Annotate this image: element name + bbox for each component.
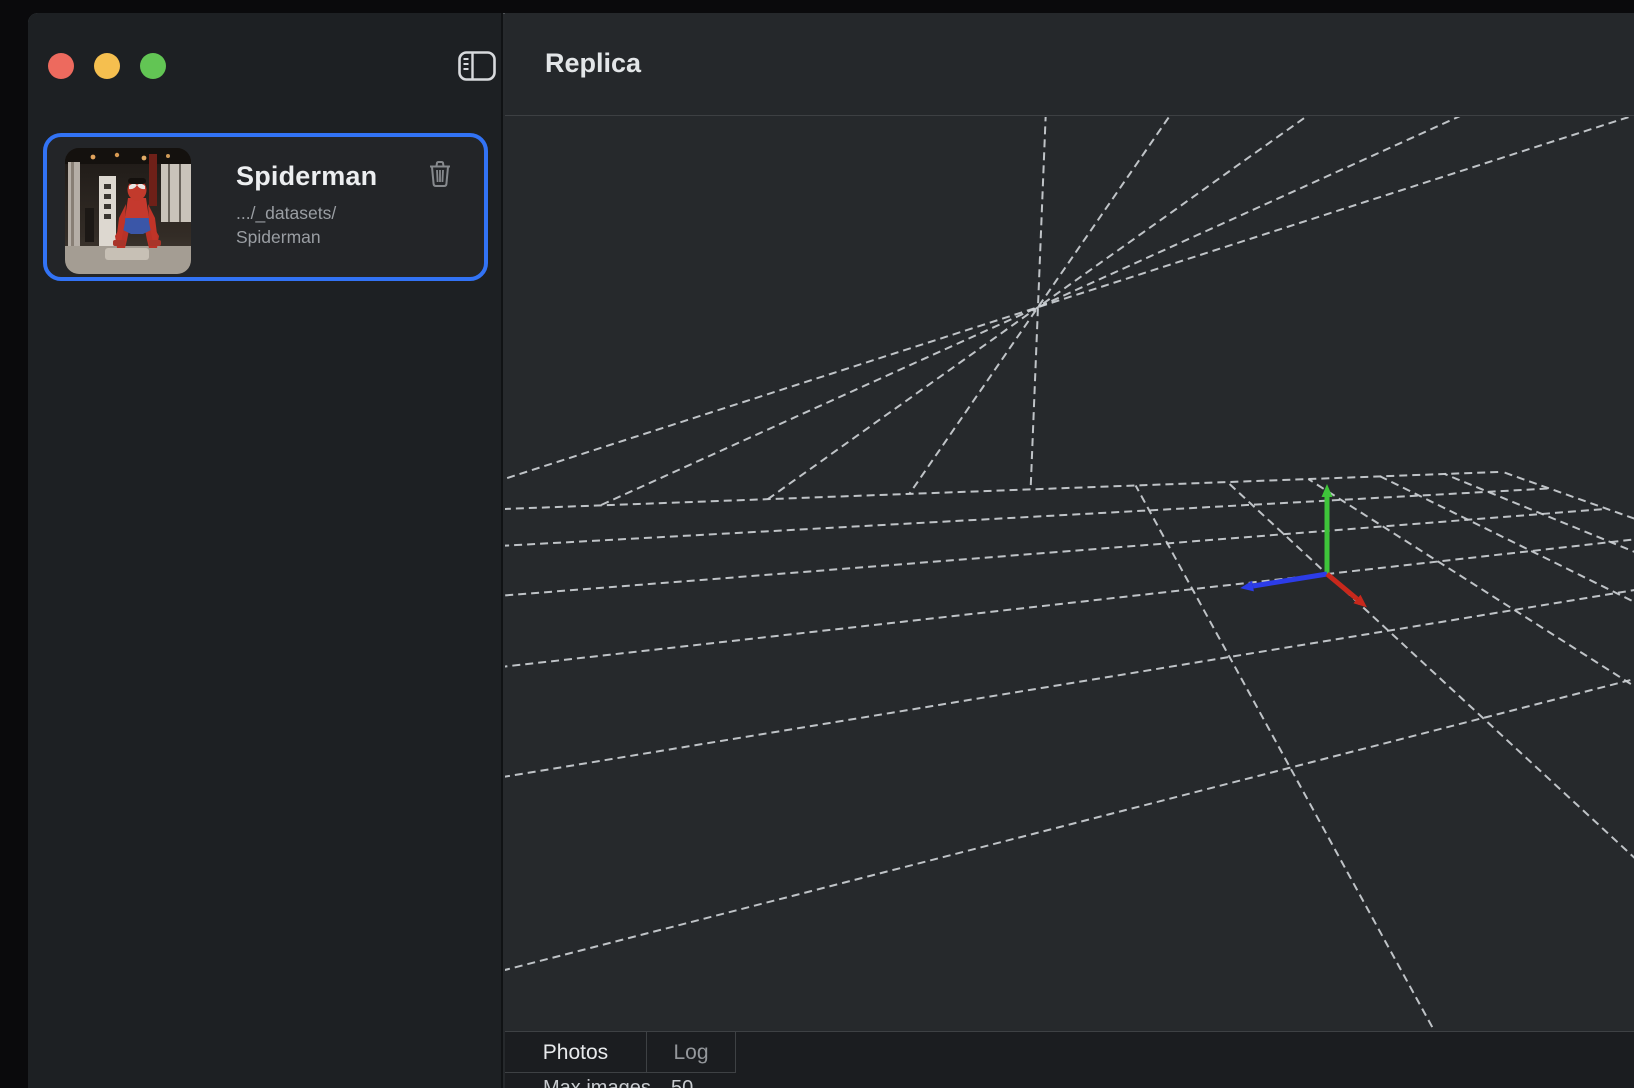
- dataset-title: Spiderman: [236, 161, 377, 192]
- settings-row-value: 50: [671, 1077, 693, 1088]
- dataset-thumbnail: [65, 148, 191, 274]
- dataset-card-spiderman[interactable]: Spiderman .../_datasets/ Spiderman: [43, 133, 488, 281]
- y-axis-up-arrow: [1322, 484, 1333, 497]
- delete-dataset-button[interactable]: [428, 161, 452, 189]
- zoom-button-icon[interactable]: [140, 53, 166, 79]
- dataset-path-line2: Spiderman: [236, 225, 336, 249]
- minimize-button-icon[interactable]: [94, 53, 120, 79]
- sidebar-toggle-button[interactable]: [458, 51, 496, 81]
- sidebar: Spiderman .../_datasets/ Spiderman: [28, 13, 503, 1088]
- settings-row-label: Max images: [543, 1077, 651, 1088]
- window-controls: [48, 53, 166, 79]
- dataset-path: .../_datasets/ Spiderman: [236, 201, 336, 249]
- sidebar-toggle-icon: [458, 69, 496, 84]
- tab-photos[interactable]: Photos: [505, 1032, 647, 1073]
- ground-grid-and-gizmo: [505, 117, 1634, 1031]
- dataset-path-line1: .../_datasets/: [236, 201, 336, 225]
- z-axis-left-arrow: [1240, 581, 1254, 592]
- dataset-thumbnail-image: [65, 148, 191, 274]
- app-window: Spiderman .../_datasets/ Spiderman: [28, 13, 1634, 1088]
- trash-icon: [429, 175, 451, 190]
- title-bar: Replica: [505, 13, 1634, 116]
- viewport-3d-canvas[interactable]: [505, 117, 1634, 1031]
- close-button-icon[interactable]: [48, 53, 74, 79]
- bottom-panel: Photos Log Max images 50: [505, 1031, 1634, 1088]
- tab-log[interactable]: Log: [647, 1032, 736, 1073]
- main-area: Replica Photos Log Max images 50: [505, 13, 1634, 1088]
- page-title: Replica: [545, 48, 641, 79]
- settings-row-partial: Max images 50: [505, 1077, 1634, 1088]
